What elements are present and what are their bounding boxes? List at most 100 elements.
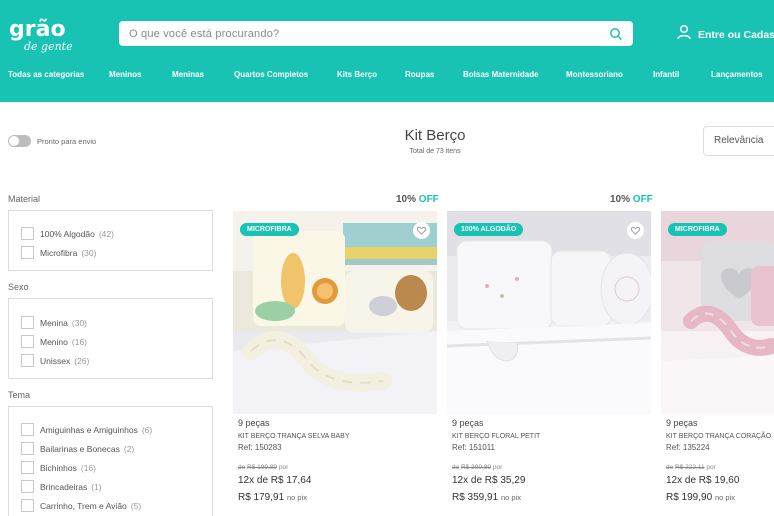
product-card[interactable]: MICROFIBRA 9 peças KIT BERÇO TRANÇA CORA… [661, 211, 774, 516]
nav-item-complete-rooms[interactable]: Quartos Completos [234, 70, 308, 79]
pix-price: R$ 179,91 no pix [238, 492, 307, 503]
old-price: de R$ 199,89 por [238, 464, 288, 471]
ready-to-ship-label: Pronto para envio [37, 136, 97, 146]
product-card[interactable]: 100% ALGODÃO 9 peças KIT BERÇO FLORAL PE… [447, 211, 651, 503]
site-header: grão de gente O que você está procurando… [0, 0, 774, 102]
user-icon [676, 24, 692, 45]
nav-item-all-categories[interactable]: Todas as categorias [8, 70, 84, 79]
filter-box-gender: Menina (30) Menino (16) Unissex (26) [8, 298, 213, 379]
nav-item-kids[interactable]: Infantil [653, 70, 679, 79]
installment-price: 12x de R$ 19,60 [666, 475, 740, 486]
filter-option-count: (42) [98, 228, 114, 239]
filter-option-count: (30) [71, 317, 88, 328]
filter-option[interactable]: Amiguinhas e Amiguinhos (6) [21, 423, 152, 436]
product-image[interactable]: MICROFIBRA [661, 211, 774, 414]
installment-price: 12x de R$ 17,64 [238, 475, 312, 486]
nav-item-new-arrivals[interactable]: Lançamentos [711, 70, 763, 79]
checkbox[interactable] [21, 227, 34, 240]
product-image[interactable]: MICROFIBRA [233, 211, 437, 414]
checkbox[interactable] [21, 461, 34, 474]
filter-option-count: (30) [81, 247, 97, 258]
filter-option-label: Unissex [40, 355, 71, 366]
filter-option-label: Bichinhos [40, 462, 77, 473]
checkbox[interactable] [21, 423, 34, 436]
filter-option-label: Microfibra [40, 247, 78, 258]
nav-item-montessori[interactable]: Montessoriano [566, 70, 623, 79]
checkbox[interactable] [21, 499, 34, 512]
product-name[interactable]: KIT BERÇO TRANÇA CORAÇÃO [666, 433, 771, 440]
nav-item-maternity-bags[interactable]: Bolsas Maternidade [463, 70, 539, 79]
search-bar[interactable]: O que você está procurando? [119, 21, 633, 46]
material-badge: MICROFIBRA [668, 223, 727, 236]
old-price-suffix: por [492, 464, 503, 471]
material-badge: 100% ALGODÃO [454, 223, 524, 236]
filter-option[interactable]: Carrinho, Trem e Avião (5) [21, 499, 141, 512]
checkbox[interactable] [21, 316, 34, 329]
filter-option[interactable]: Microfibra (30) [21, 246, 96, 259]
filter-option-count: (5) [130, 500, 142, 511]
old-price: de R$ 222,11 por [666, 464, 716, 471]
old-price: de R$ 399,89 por [452, 464, 502, 471]
material-badge: MICROFIBRA [240, 223, 299, 236]
old-price-value: R$ 399,89 [461, 464, 492, 471]
product-image[interactable]: 100% ALGODÃO [447, 211, 651, 414]
filter-option[interactable]: Menino (16) [21, 335, 87, 348]
product-name[interactable]: KIT BERÇO TRANÇA SELVA BABY [238, 433, 350, 440]
discount-label: 10% OFF [610, 194, 653, 205]
filter-box-theme: Amiguinhas e Amiguinhos (6) Bailarinas e… [8, 406, 213, 516]
old-price-prefix: de [452, 464, 460, 471]
filter-option[interactable]: Brincadeiras (1) [21, 480, 102, 493]
brand-logo[interactable]: grão de gente [8, 14, 80, 54]
filter-option-label: Menino [40, 336, 68, 347]
pix-price-label: no pix [286, 493, 307, 502]
checkbox[interactable] [21, 335, 34, 348]
pix-price: R$ 199,90 no pix [666, 492, 735, 503]
old-price-prefix: de [238, 464, 246, 471]
filter-option[interactable]: Menina (30) [21, 316, 87, 329]
filter-option-count: (26) [74, 355, 90, 366]
pix-price: R$ 359,91 no pix [452, 492, 521, 503]
sort-select[interactable]: Relevância [703, 126, 774, 156]
product-card[interactable]: MICROFIBRA 9 peças KIT BERÇO TRANÇA SELV… [233, 211, 437, 503]
ready-to-ship-toggle[interactable] [8, 135, 31, 147]
nav-item-clothes[interactable]: Roupas [405, 70, 434, 79]
checkbox[interactable] [21, 246, 34, 259]
filter-option[interactable]: Bichinhos (16) [21, 461, 96, 474]
discount-percent: 10% [396, 194, 417, 205]
pix-price-label: no pix [500, 493, 521, 502]
checkbox[interactable] [21, 480, 34, 493]
favorite-heart-icon[interactable] [413, 222, 430, 239]
filter-option-label: Brincadeiras [40, 481, 88, 492]
pix-price-value: R$ 199,90 [666, 492, 713, 503]
svg-text:de gente: de gente [24, 40, 73, 53]
login-label: Entre ou Cadastre [698, 28, 774, 41]
filter-option-count: (1) [91, 481, 102, 492]
filter-title-theme: Tema [8, 390, 31, 400]
ready-to-ship-filter[interactable]: Pronto para envio [8, 135, 96, 147]
filter-option[interactable]: Unissex (26) [21, 354, 89, 367]
filter-option[interactable]: 100% Algodão (42) [21, 227, 114, 240]
favorite-heart-icon[interactable] [627, 222, 644, 239]
product-pieces: 9 peças [666, 418, 698, 428]
search-input[interactable]: O que você está procurando? [129, 28, 609, 40]
product-ref: Ref: 135224 [666, 443, 710, 452]
product-pieces: 9 peças [452, 418, 484, 428]
filter-option[interactable]: Bailarinas e Bonecas (2) [21, 442, 134, 455]
pix-price-label: no pix [714, 493, 735, 502]
search-icon[interactable] [609, 27, 623, 41]
checkbox[interactable] [21, 442, 34, 455]
product-pieces: 9 peças [238, 418, 270, 428]
product-name[interactable]: KIT BERÇO FLORAL PETIT [452, 433, 540, 440]
nav-item-crib-kits[interactable]: Kits Berço [337, 70, 377, 79]
category-nav: Todas as categorias Meninos Meninas Quar… [0, 70, 774, 84]
filter-option-label: Carrinho, Trem e Avião [40, 500, 127, 511]
filter-option-label: Amiguinhas e Amiguinhos [40, 424, 138, 435]
checkbox[interactable] [21, 354, 34, 367]
login-link[interactable]: Entre ou Cadastre [676, 24, 774, 45]
installment-price: 12x de R$ 35,29 [452, 475, 526, 486]
nav-item-boys[interactable]: Meninos [109, 70, 141, 79]
pix-price-value: R$ 179,91 [238, 492, 285, 503]
product-ref: Ref: 150283 [238, 443, 282, 452]
nav-item-girls[interactable]: Meninas [172, 70, 204, 79]
old-price-value: R$ 199,89 [247, 464, 278, 471]
